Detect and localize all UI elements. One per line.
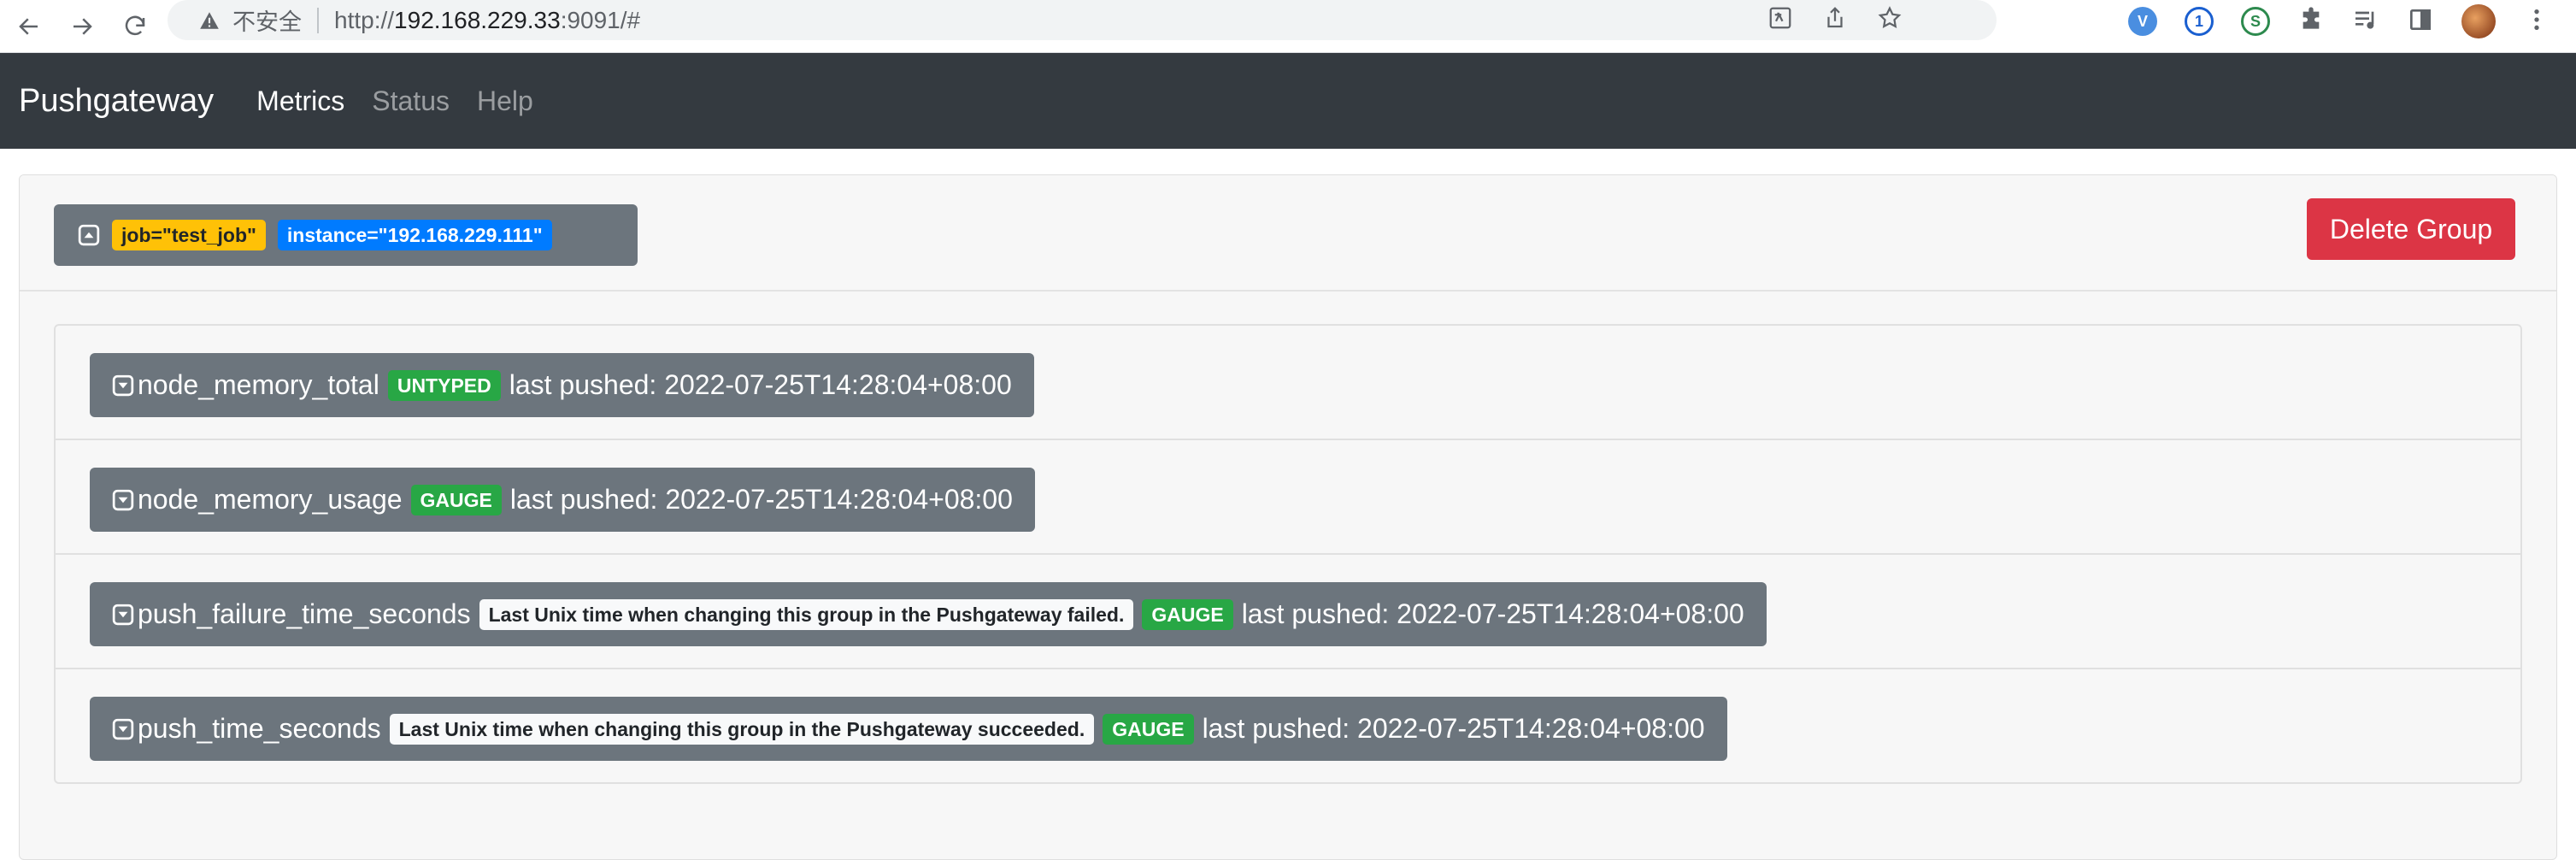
omnibox-divider <box>317 7 319 33</box>
url-rest: :9091/# <box>560 6 641 33</box>
address-bar[interactable]: 不安全 http://192.168.229.33:9091/# <box>168 0 1997 40</box>
expand-down-icon <box>112 374 134 396</box>
back-icon[interactable] <box>12 9 46 44</box>
url-host: 192.168.229.33 <box>394 6 561 33</box>
metric-name: push_time_seconds <box>138 713 381 744</box>
omnibox-actions <box>1767 5 1903 35</box>
metric-toggle-button[interactable]: push_failure_time_seconds Last Unix time… <box>90 582 1767 646</box>
nav-help[interactable]: Help <box>477 85 533 117</box>
group-toggle-button[interactable]: job="test_job" instance="192.168.229.111… <box>54 204 638 266</box>
metric-last-pushed: last pushed: 2022-07-25T14:28:04+08:00 <box>509 369 1012 400</box>
profile-avatar[interactable] <box>2461 4 2496 38</box>
group-card: job="test_job" instance="192.168.229.111… <box>19 174 2557 860</box>
metric-help-badge: Last Unix time when changing this group … <box>389 713 1095 745</box>
nav-status[interactable]: Status <box>372 85 450 117</box>
metric-item: node_memory_total UNTYPED last pushed: 2… <box>56 326 2520 440</box>
translate-icon[interactable] <box>1767 5 1793 35</box>
metric-toggle-button[interactable]: node_memory_usage GAUGE last pushed: 202… <box>90 468 1035 532</box>
metric-type-badge: UNTYPED <box>387 369 501 401</box>
metric-type-badge: GAUGE <box>1142 598 1233 630</box>
metric-type-badge: GAUGE <box>410 484 502 515</box>
group-card-header: job="test_job" instance="192.168.229.111… <box>20 175 2556 292</box>
metric-last-pushed: last pushed: 2022-07-25T14:28:04+08:00 <box>509 484 1013 515</box>
main-content: job="test_job" instance="192.168.229.111… <box>0 174 2576 860</box>
extension-1password-icon[interactable]: 1 <box>2185 7 2214 36</box>
metric-item: node_memory_usage GAUGE last pushed: 202… <box>56 440 2520 555</box>
metric-name: push_failure_time_seconds <box>138 598 471 629</box>
navbar: Pushgateway Metrics Status Help <box>0 53 2576 149</box>
url-text[interactable]: http://192.168.229.33:9091/# <box>334 7 640 34</box>
bookmark-star-icon[interactable] <box>1877 5 1903 35</box>
metric-last-pushed: last pushed: 2022-07-25T14:28:04+08:00 <box>1202 713 1705 744</box>
puzzle-icon[interactable] <box>2297 6 2325 38</box>
side-panel-icon[interactable] <box>2407 6 2434 38</box>
extensions-area: V 1 S <box>2128 0 2576 43</box>
job-label-badge: job="test_job" <box>112 220 266 250</box>
browser-toolbar: 不安全 http://192.168.229.33:9091/# V 1 S <box>0 0 2576 53</box>
collapse-up-icon <box>78 224 100 246</box>
kebab-menu-icon[interactable] <box>2523 6 2550 38</box>
metric-item: push_time_seconds Last Unix time when ch… <box>56 669 2520 782</box>
reload-icon[interactable] <box>118 9 152 44</box>
delete-group-button[interactable]: Delete Group <box>2307 198 2515 260</box>
metric-toggle-button[interactable]: push_time_seconds Last Unix time when ch… <box>90 697 1727 761</box>
metric-name: node_memory_usage <box>138 484 403 515</box>
expand-down-icon <box>112 489 134 510</box>
metric-toggle-button[interactable]: node_memory_total UNTYPED last pushed: 2… <box>90 353 1034 417</box>
instance-label-badge: instance="192.168.229.111" <box>277 220 552 250</box>
url-scheme: http:// <box>334 6 395 33</box>
metric-help-badge: Last Unix time when changing this group … <box>479 598 1134 630</box>
brand-logo[interactable]: Pushgateway <box>19 83 214 120</box>
forward-icon[interactable] <box>65 9 99 44</box>
metric-last-pushed: last pushed: 2022-07-25T14:28:04+08:00 <box>1241 598 1744 629</box>
warning-icon[interactable] <box>198 9 221 32</box>
expand-down-icon <box>112 718 134 739</box>
metric-list: node_memory_total UNTYPED last pushed: 2… <box>54 324 2522 784</box>
share-icon[interactable] <box>1822 5 1848 35</box>
extension-v-icon[interactable]: V <box>2128 7 2157 36</box>
metric-name: node_memory_total <box>138 369 379 400</box>
group-card-body: node_memory_total UNTYPED last pushed: 2… <box>20 292 2556 816</box>
extension-s-icon[interactable]: S <box>2241 7 2270 36</box>
metric-item: push_failure_time_seconds Last Unix time… <box>56 555 2520 669</box>
metric-type-badge: GAUGE <box>1103 713 1194 745</box>
media-control-icon[interactable] <box>2352 6 2379 38</box>
expand-down-icon <box>112 604 134 625</box>
security-label[interactable]: 不安全 <box>232 3 302 37</box>
nav-metrics[interactable]: Metrics <box>256 85 344 117</box>
